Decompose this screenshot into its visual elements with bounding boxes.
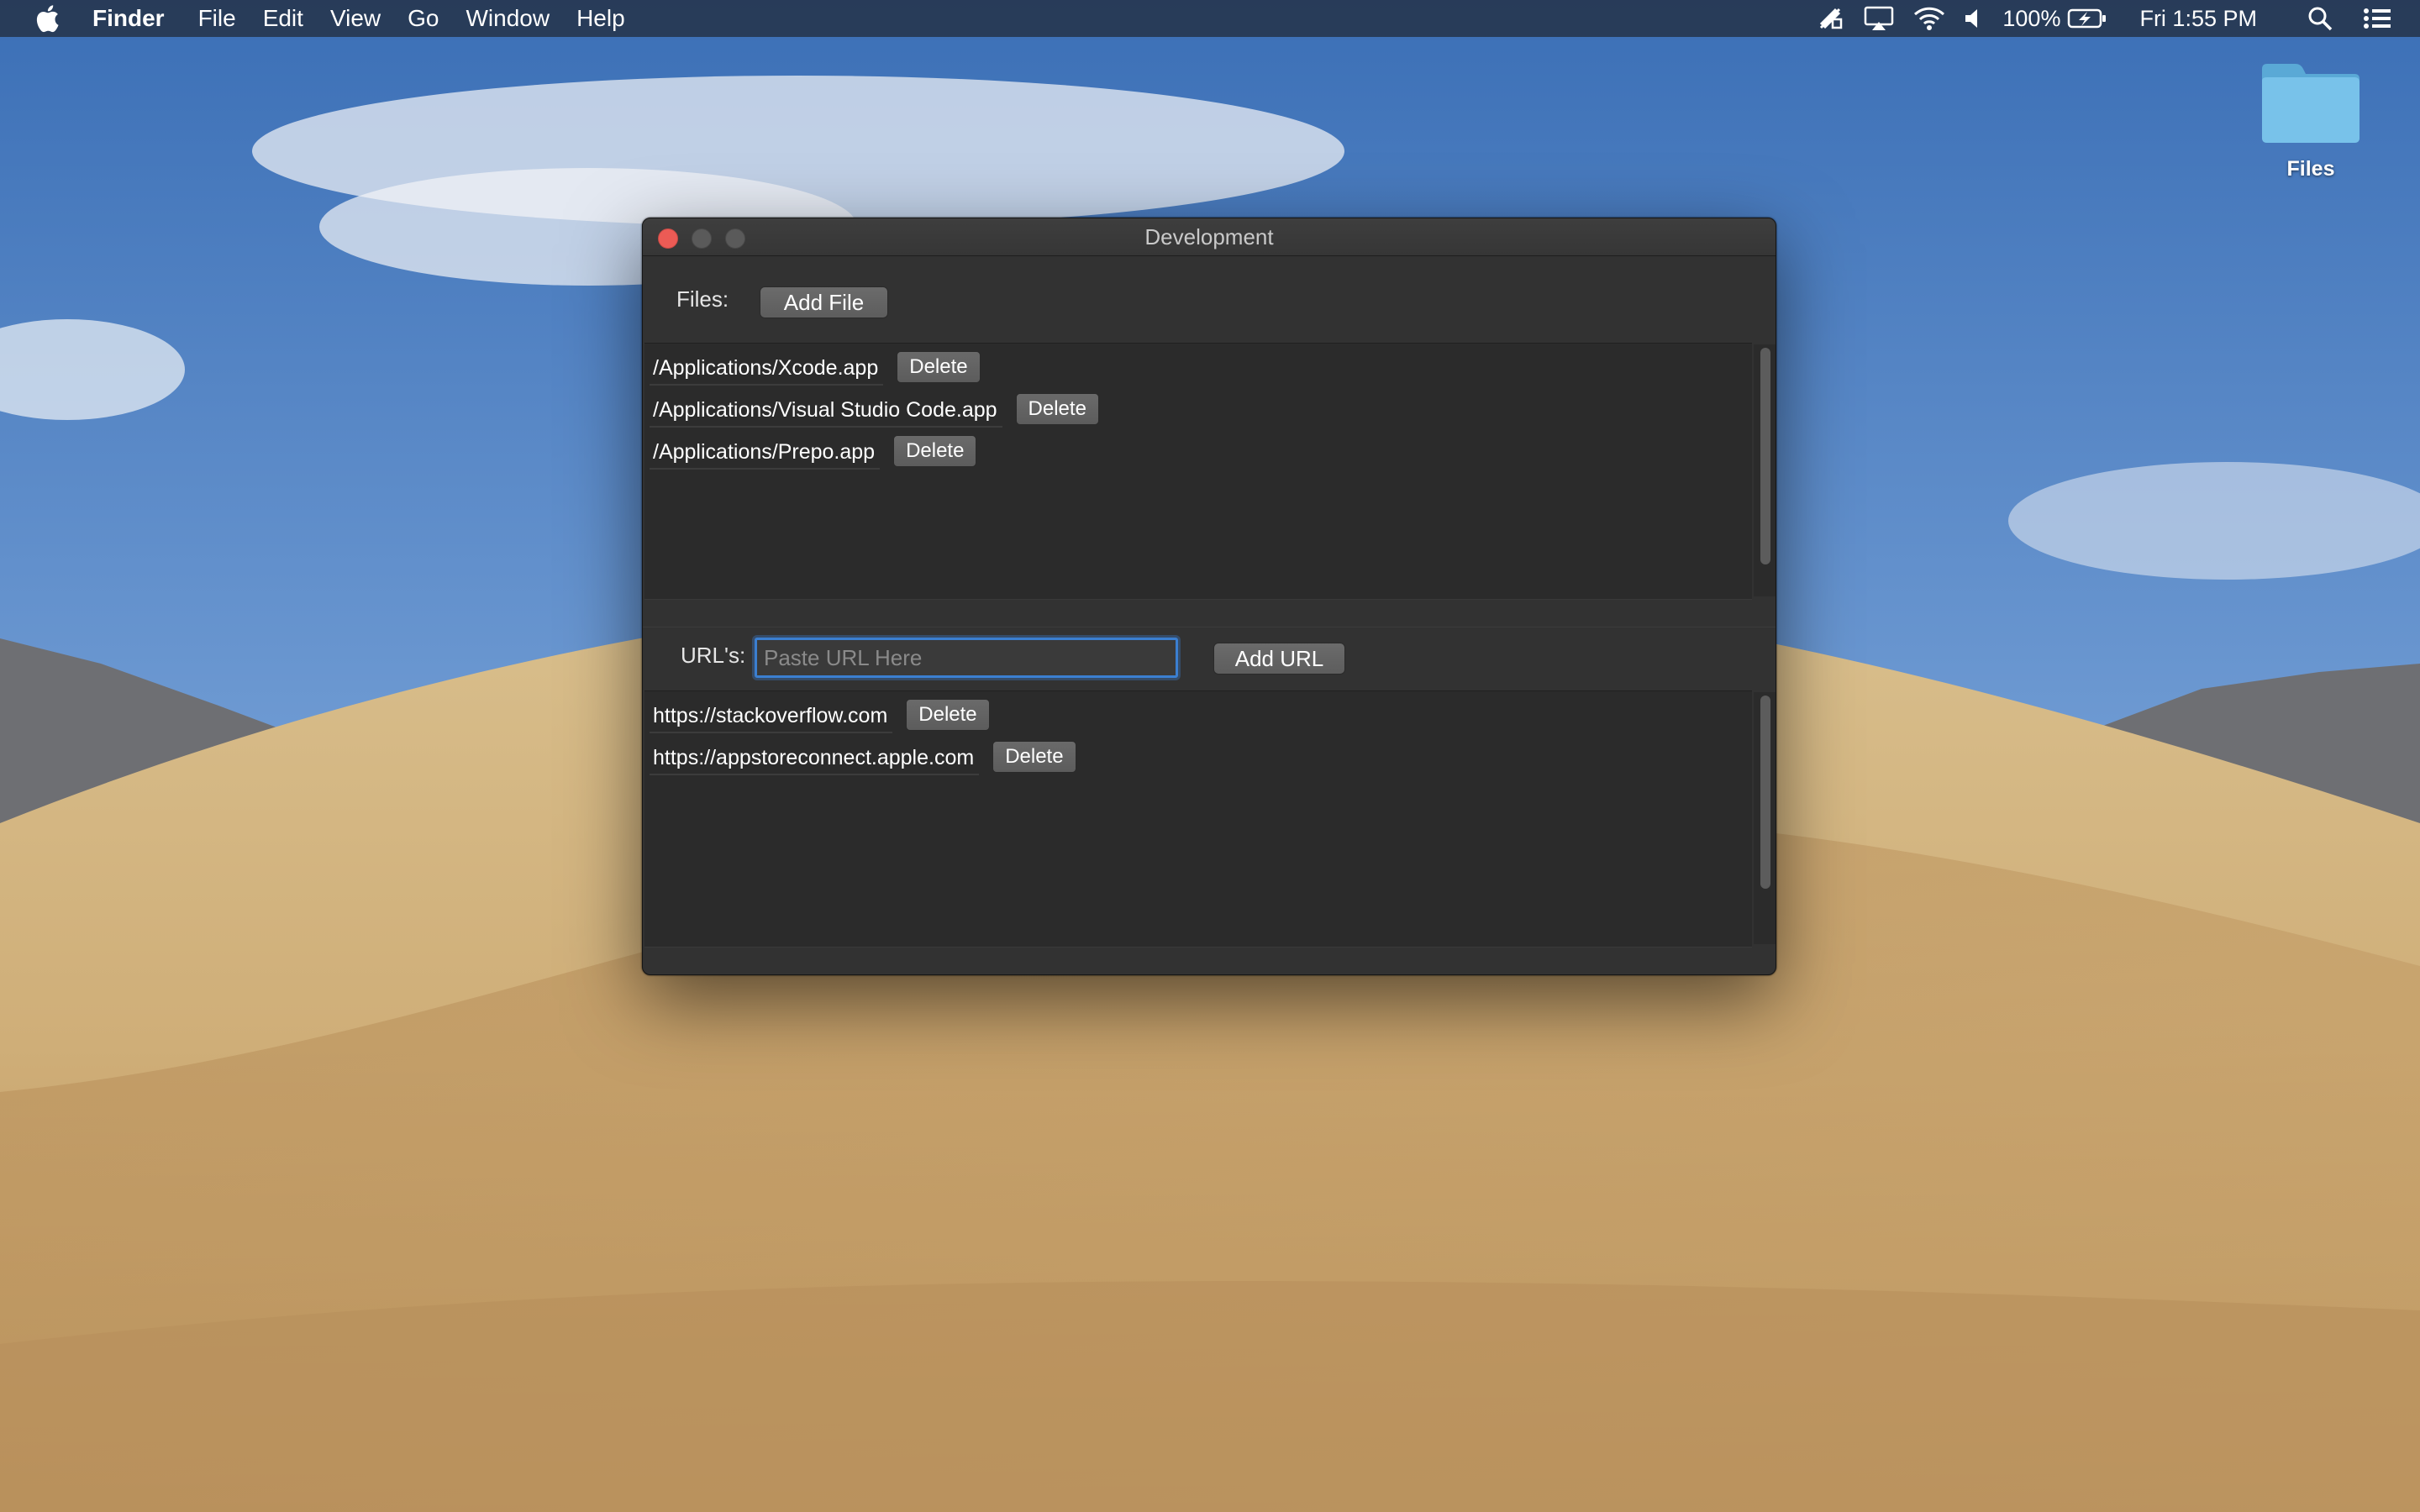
file-row: /Applications/Visual Studio Code.app Del… (650, 393, 1099, 431)
spotlight-search-icon[interactable] (2307, 0, 2333, 37)
url-row: https://appstoreconnect.apple.com Delete (650, 741, 1076, 779)
desktop-folder-label: Files (2286, 157, 2335, 181)
menubar-clock[interactable]: Fri 1:55 PM (2139, 0, 2257, 37)
url-row: https://stackoverflow.com Delete (650, 699, 990, 737)
add-url-button[interactable]: Add URL (1213, 643, 1345, 675)
menu-app-finder[interactable]: Finder (92, 0, 165, 37)
battery-percentage[interactable]: 100% (2002, 0, 2060, 37)
files-scrollbar[interactable] (1754, 344, 1776, 596)
url-text: https://stackoverflow.com (650, 704, 893, 733)
volume-icon[interactable] (1964, 0, 1984, 37)
file-path: /Applications/Prepo.app (650, 440, 881, 470)
folder-icon (2262, 64, 2360, 143)
desktop: Finder File Edit View Go Window Help 100… (0, 0, 2420, 1512)
battery-charging-icon[interactable] (2067, 0, 2107, 37)
delete-url-button[interactable]: Delete (906, 699, 990, 731)
url-input[interactable] (755, 638, 1178, 678)
menu-window[interactable]: Window (466, 0, 550, 37)
apple-logo-icon[interactable] (30, 0, 64, 37)
file-path: /Applications/Xcode.app (650, 356, 884, 386)
url-text: https://appstoreconnect.apple.com (650, 746, 980, 775)
window-title: Development (1144, 224, 1274, 249)
development-window: Development Files: Add File /Application… (642, 218, 1776, 975)
delete-file-button[interactable]: Delete (1015, 393, 1099, 425)
urls-label: URL's: (681, 643, 746, 668)
urls-scrollbar[interactable] (1754, 692, 1776, 944)
file-row: /Applications/Xcode.app Delete (650, 351, 981, 389)
files-label: Files: (676, 286, 729, 312)
add-file-button[interactable]: Add File (760, 286, 888, 318)
files-scroll-thumb[interactable] (1760, 348, 1770, 564)
menu-go[interactable]: Go (408, 0, 439, 37)
desktop-folder-files[interactable]: Files (2252, 60, 2370, 181)
delete-file-button[interactable]: Delete (897, 351, 981, 383)
menu-view[interactable]: View (330, 0, 381, 37)
airplay-icon[interactable] (1863, 0, 1895, 37)
urls-list[interactable]: https://stackoverflow.com Delete https:/… (644, 690, 1752, 948)
wifi-icon[interactable] (1913, 0, 1945, 37)
delete-file-button[interactable]: Delete (893, 435, 977, 467)
window-titlebar[interactable]: Development (643, 218, 1776, 256)
notification-center-icon[interactable] (2363, 0, 2391, 37)
screen-sharing-icon[interactable] (1816, 0, 1844, 37)
menu-edit[interactable]: Edit (263, 0, 303, 37)
files-list[interactable]: /Applications/Xcode.app Delete /Applicat… (644, 343, 1752, 600)
menu-help[interactable]: Help (576, 0, 625, 37)
file-path: /Applications/Visual Studio Code.app (650, 398, 1002, 428)
urls-scroll-thumb[interactable] (1760, 696, 1770, 889)
file-row: /Applications/Prepo.app Delete (650, 435, 977, 473)
menu-bar: Finder File Edit View Go Window Help 100… (0, 0, 2420, 37)
files-toolbar: Files: Add File (643, 256, 1776, 340)
delete-url-button[interactable]: Delete (992, 741, 1076, 773)
menu-file[interactable]: File (198, 0, 236, 37)
